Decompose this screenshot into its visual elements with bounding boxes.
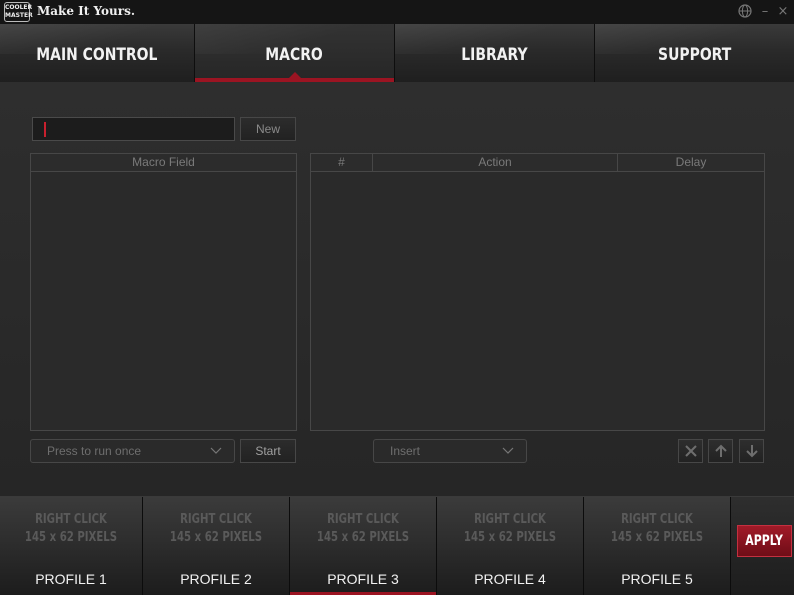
move-down-button[interactable] (739, 439, 764, 463)
apply-button[interactable]: APPLY (737, 525, 792, 557)
tab-main-control[interactable]: MAIN CONTROL (0, 24, 195, 82)
profile-image-size: 145 x 62 PIXELS (610, 530, 704, 545)
close-icon (685, 445, 697, 457)
minimize-button[interactable]: – (757, 4, 773, 20)
macro-panel: New Macro Field # Action Delay Press to … (0, 82, 794, 496)
profiles-bar: RIGHT CLICK 145 x 62 PIXELS PROFILE 1 RI… (0, 496, 794, 595)
profile-image-placeholder: RIGHT CLICK (327, 512, 399, 527)
profile-image-placeholder: RIGHT CLICK (621, 512, 693, 527)
insert-value: Insert (390, 444, 421, 458)
column-number[interactable]: # (311, 154, 373, 171)
delete-action-button[interactable] (678, 439, 703, 463)
profile-name: PROFILE 5 (621, 571, 693, 587)
main-tabs: MAIN CONTROL MACRO LIBRARY SUPPORT (0, 24, 794, 82)
profile-name: PROFILE 1 (35, 571, 107, 587)
globe-icon[interactable] (737, 4, 753, 20)
profile-image-size: 145 x 62 PIXELS (463, 530, 557, 545)
tagline: Make It Yours. (37, 4, 136, 18)
arrow-down-icon (746, 445, 758, 458)
new-macro-button[interactable]: New (240, 117, 296, 141)
macro-field-header: Macro Field (31, 154, 296, 172)
logo-line-2: MASTER (5, 12, 33, 19)
profile-name: PROFILE 4 (474, 571, 546, 587)
insert-select[interactable]: Insert (373, 439, 527, 463)
move-up-button[interactable] (708, 439, 733, 463)
profile-image-size: 145 x 62 PIXELS (169, 530, 263, 545)
title-bar: COOLER MASTER Make It Yours. – × (0, 0, 794, 24)
chevron-down-icon (210, 447, 222, 454)
text-cursor (44, 122, 46, 137)
macro-field-list[interactable]: Macro Field (30, 153, 297, 431)
profile-5-tab[interactable]: RIGHT CLICK 145 x 62 PIXELS PROFILE 5 (584, 497, 731, 595)
chevron-down-icon (502, 447, 514, 454)
profile-1-tab[interactable]: RIGHT CLICK 145 x 62 PIXELS PROFILE 1 (0, 497, 143, 595)
profile-3-tab[interactable]: RIGHT CLICK 145 x 62 PIXELS PROFILE 3 (290, 497, 437, 595)
profile-name: PROFILE 2 (180, 571, 252, 587)
cooler-master-logo: COOLER MASTER (4, 2, 33, 22)
tab-support[interactable]: SUPPORT (595, 24, 794, 82)
run-mode-value: Press to run once (47, 444, 142, 458)
profile-2-tab[interactable]: RIGHT CLICK 145 x 62 PIXELS PROFILE 2 (143, 497, 290, 595)
tab-label: LIBRARY (461, 45, 528, 65)
column-delay[interactable]: Delay (618, 154, 764, 171)
profile-image-size: 145 x 62 PIXELS (316, 530, 410, 545)
arrow-up-icon (715, 444, 727, 457)
apply-label: APPLY (745, 533, 784, 549)
profile-image-placeholder: RIGHT CLICK (35, 512, 107, 527)
profile-4-tab[interactable]: RIGHT CLICK 145 x 62 PIXELS PROFILE 4 (437, 497, 584, 595)
logo-line-1: COOLER (5, 4, 33, 11)
macro-name-input[interactable] (32, 117, 235, 141)
close-button[interactable]: × (775, 4, 791, 20)
column-action[interactable]: Action (373, 154, 618, 171)
tab-label: MAIN CONTROL (36, 45, 158, 65)
tab-label: MACRO (265, 45, 324, 65)
active-tab-caret (288, 72, 301, 78)
tab-macro[interactable]: MACRO (195, 24, 395, 82)
profile-image-placeholder: RIGHT CLICK (180, 512, 252, 527)
apply-area: APPLY (731, 497, 794, 595)
tab-library[interactable]: LIBRARY (395, 24, 595, 82)
profile-image-placeholder: RIGHT CLICK (474, 512, 546, 527)
action-table[interactable]: # Action Delay (310, 153, 765, 431)
run-mode-select[interactable]: Press to run once (30, 439, 235, 463)
profile-image-size: 145 x 62 PIXELS (24, 530, 118, 545)
start-record-button[interactable]: Start (240, 439, 296, 463)
profile-name: PROFILE 3 (327, 571, 399, 587)
action-table-header: # Action Delay (311, 154, 764, 172)
tab-label: SUPPORT (657, 45, 732, 65)
